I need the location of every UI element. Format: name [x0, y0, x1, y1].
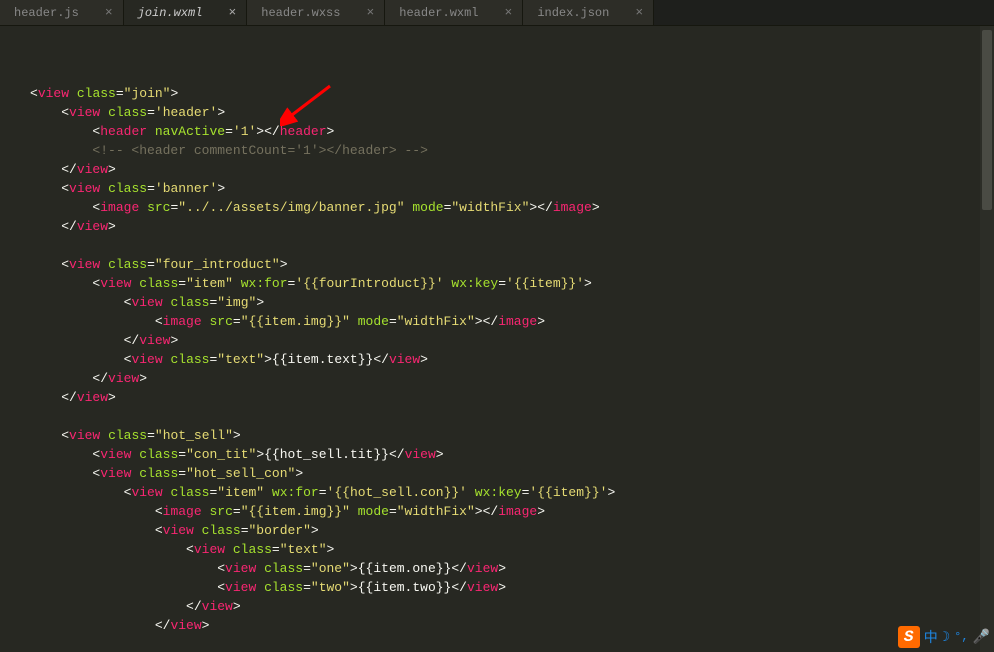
code-line[interactable]: <view class="con_tit">{{hot_sell.tit}}</…	[30, 445, 994, 464]
code-line[interactable]	[30, 407, 994, 426]
code-line[interactable]: <!-- <header commentCount='1'></header> …	[30, 141, 994, 160]
sogou-ime-icon[interactable]: S	[898, 626, 920, 648]
code-line[interactable]: </view>	[30, 331, 994, 350]
close-icon[interactable]: ×	[366, 5, 374, 20]
tab-header-js[interactable]: header.js ×	[0, 0, 124, 25]
tab-header-wxml[interactable]: header.wxml ×	[385, 0, 523, 25]
close-icon[interactable]: ×	[105, 5, 113, 20]
code-line[interactable]: <image src="{{item.img}}" mode="widthFix…	[30, 312, 994, 331]
close-icon[interactable]: ×	[505, 5, 513, 20]
code-line[interactable]: </view>	[30, 369, 994, 388]
tab-label: index.json	[537, 6, 609, 20]
code-line[interactable]: <view class="one">{{item.one}}</view>	[30, 559, 994, 578]
close-icon[interactable]: ×	[635, 5, 643, 20]
code-line[interactable]: <view class='header'>	[30, 103, 994, 122]
code-line[interactable]: </view>	[30, 616, 994, 635]
tab-label: header.wxml	[399, 6, 478, 20]
code-line[interactable]: <image src="{{item.img}}" mode="widthFix…	[30, 502, 994, 521]
code-line[interactable]: <view class="hot_sell">	[30, 426, 994, 445]
code-editor[interactable]: <view class="join"> <view class='header'…	[0, 26, 994, 652]
code-line[interactable]: </view>	[30, 597, 994, 616]
close-icon[interactable]: ×	[228, 5, 236, 20]
tab-label: header.js	[14, 6, 79, 20]
code-line[interactable]: <header navActive='1'></header>	[30, 122, 994, 141]
ime-indicator[interactable]: S 中 ☽ °, 🎤	[898, 626, 990, 648]
scrollbar-thumb[interactable]	[982, 30, 992, 210]
code-line[interactable]: </view>	[30, 388, 994, 407]
line-number-gutter	[0, 26, 24, 652]
code-line[interactable]: <image src="../../assets/img/banner.jpg"…	[30, 198, 994, 217]
mic-icon[interactable]: 🎤	[973, 629, 990, 646]
code-line[interactable]: <view class="text">{{item.text}}</view>	[30, 350, 994, 369]
code-line[interactable]: <view class="item" wx:for='{{hot_sell.co…	[30, 483, 994, 502]
code-line[interactable]: <view class="text">	[30, 540, 994, 559]
tab-header-wxss[interactable]: header.wxss ×	[247, 0, 385, 25]
code-line[interactable]: <view class="img">	[30, 293, 994, 312]
code-line[interactable]: <view class="border">	[30, 521, 994, 540]
ime-separator: °,	[954, 630, 968, 644]
code-line[interactable]: <view class="hot_sell_con">	[30, 464, 994, 483]
code-content[interactable]: <view class="join"> <view class='header'…	[24, 26, 994, 652]
code-line[interactable]: </view>	[30, 160, 994, 179]
editor-tabbar: header.js × join.wxml × header.wxss × he…	[0, 0, 994, 26]
code-line[interactable]: <view class="two">{{item.two}}</view>	[30, 578, 994, 597]
tab-index-json[interactable]: index.json ×	[523, 0, 654, 25]
tab-label: join.wxml	[138, 6, 203, 20]
vertical-scrollbar[interactable]	[980, 26, 994, 652]
code-line[interactable]: </view>	[30, 217, 994, 236]
ime-language-icon[interactable]: 中	[924, 627, 938, 647]
moon-icon[interactable]: ☽	[942, 629, 950, 646]
code-line[interactable]: <view class="four_introduct">	[30, 255, 994, 274]
code-line[interactable]	[30, 236, 994, 255]
code-line[interactable]: <view class="join">	[30, 84, 994, 103]
tab-join-wxml[interactable]: join.wxml ×	[124, 0, 248, 25]
tab-label: header.wxss	[261, 6, 340, 20]
code-line[interactable]: <view class='banner'>	[30, 179, 994, 198]
code-line[interactable]: <view class="item" wx:for='{{fourIntrodu…	[30, 274, 994, 293]
